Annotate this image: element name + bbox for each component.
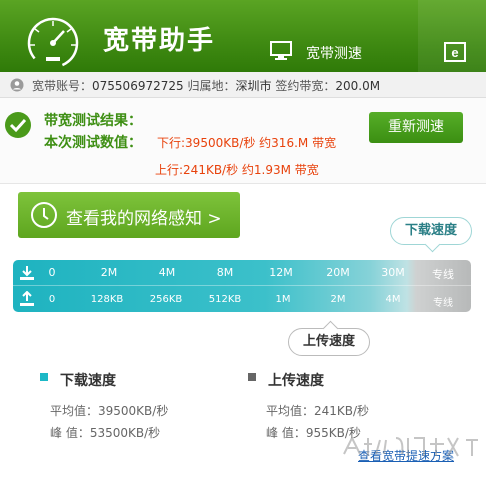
upload-arrow-icon — [20, 291, 34, 306]
download-stats-title: 下载速度 — [60, 373, 116, 389]
upload-speed-callout: 上传速度 — [288, 328, 370, 356]
account-info-text: 宽带账号：075506972725 归属地：深圳市 签约带宽：200.0M — [32, 77, 380, 94]
network-awareness-label: 查看我的网络感知 > — [66, 209, 222, 229]
tab-browser[interactable]: e — [418, 0, 486, 72]
account-value: 075506972725 — [92, 79, 184, 93]
result-title: 带宽测试结果： — [44, 113, 142, 129]
upload-tick: 4M — [385, 294, 401, 305]
download-tick: 专线 — [432, 268, 454, 281]
app-header: 宽带助手 宽带测速 e — [0, 0, 486, 72]
bandwidth-label: 签约带宽： — [275, 79, 336, 93]
download-tick: 20M — [326, 266, 350, 279]
download-stats: 下载速度 平均值：39500KB/秒 峰 值：53500KB/秒 — [40, 370, 240, 450]
download-legend-swatch — [40, 373, 48, 381]
upload-legend-swatch — [248, 373, 256, 381]
watermark-logo — [343, 435, 478, 457]
download-tick: 2M — [100, 266, 118, 279]
download-average: 平均值：39500KB/秒 — [50, 404, 169, 418]
download-result: 下行:39500KB/秒 约316.M 带宽 — [157, 136, 337, 150]
download-peak: 峰 值：53500KB/秒 — [50, 426, 161, 440]
upload-tick: 专线 — [433, 298, 453, 309]
account-label: 宽带账号： — [32, 79, 93, 93]
download-scale-row: 0 2M 4M 8M 12M 20M 30M 专线 — [13, 260, 471, 286]
location-value: 深圳市 — [235, 79, 272, 93]
location-label: 归属地： — [187, 79, 236, 93]
upload-stats-title: 上传速度 — [268, 373, 324, 389]
upload-tick: 128KB — [90, 294, 124, 305]
tab-speed-test[interactable]: 宽带测速 — [262, 0, 418, 72]
upload-average: 平均值：241KB/秒 — [266, 404, 370, 418]
download-tick: 4M — [158, 266, 176, 279]
browser-icon: e — [444, 42, 466, 62]
upload-result: 上行:241KB/秒 约1.93M 带宽 — [155, 163, 319, 177]
test-result-panel: 带宽测试结果： 本次测试数值： 下行:39500KB/秒 约316.M 带宽 上… — [0, 98, 486, 184]
upload-tick: 0 — [48, 294, 56, 305]
svg-text:e: e — [451, 45, 458, 60]
account-info-bar: 宽带账号：075506972725 归属地：深圳市 签约带宽：200.0M — [0, 72, 486, 98]
network-awareness-button[interactable]: 查看我的网络感知 > — [18, 192, 240, 238]
speed-scale: 0 2M 4M 8M 12M 20M 30M 专线 0 128KB 256KB … — [13, 260, 471, 312]
upload-tick: 2M — [330, 294, 346, 305]
download-tick: 30M — [381, 266, 405, 279]
bandwidth-value: 200.0M — [335, 79, 381, 93]
monitor-icon — [270, 41, 292, 60]
check-circle-icon — [5, 112, 31, 138]
download-tick: 8M — [216, 266, 234, 279]
download-tick: 0 — [48, 266, 56, 279]
speedometer-icon — [27, 17, 79, 69]
tab-speed-test-label: 宽带测速 — [306, 46, 362, 62]
retest-button[interactable]: 重新测速 — [369, 112, 463, 143]
user-icon — [10, 78, 24, 92]
download-arrow-icon — [20, 266, 34, 280]
upload-tick: 512KB — [208, 294, 242, 305]
download-speed-callout: 下载速度 — [390, 217, 472, 245]
clock-icon — [31, 202, 57, 228]
result-subtitle: 本次测试数值： — [44, 135, 142, 151]
upload-tick: 1M — [275, 294, 291, 305]
upload-scale-row: 0 128KB 256KB 512KB 1M 2M 4M 专线 — [13, 286, 471, 312]
upload-tick: 256KB — [149, 294, 183, 305]
download-tick: 12M — [269, 266, 293, 279]
app-title: 宽带助手 — [103, 26, 216, 56]
